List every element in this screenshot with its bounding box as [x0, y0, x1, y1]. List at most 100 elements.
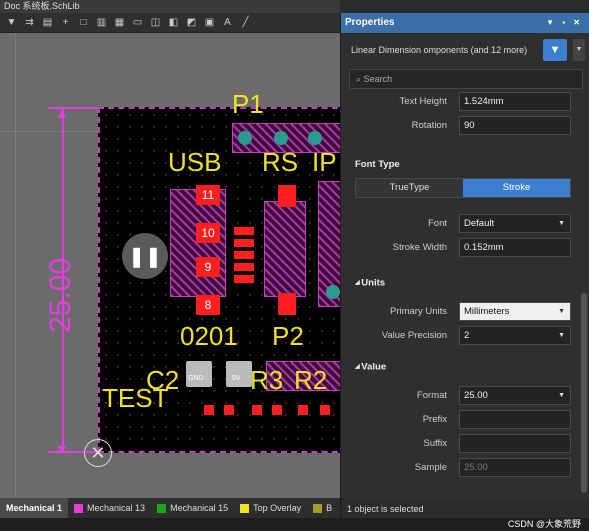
plus-icon[interactable]: + [58, 15, 73, 30]
chip-icon[interactable]: ◫ [148, 15, 163, 30]
stroke-width-input[interactable]: 0.152mm [459, 238, 571, 257]
layer-color-swatch [157, 503, 167, 513]
smd-pad[interactable] [204, 405, 214, 415]
layer-tab-b[interactable]: B [307, 498, 338, 518]
text-height-row: Text Height 1.524mm [341, 90, 581, 114]
primary-units-row: Primary Units Millimeters [341, 300, 581, 324]
format-select[interactable]: 25.00 [459, 386, 571, 405]
usb-pin-pad[interactable] [234, 263, 254, 271]
format-row: Format 25.00 [341, 384, 581, 408]
usb-pin-pad[interactable] [234, 251, 254, 259]
chart-icon[interactable]: ▥ [94, 15, 109, 30]
stroke-width-row: Stroke Width 0.152mm [341, 236, 581, 260]
usb-label: USB [168, 147, 222, 177]
layer-tab-mechanical-15[interactable]: Mechanical 15 [151, 498, 234, 518]
layer-tab-label: Top Overlay [253, 503, 302, 513]
rs-keepout [264, 201, 306, 297]
layer-tab-label: Mechanical 1 [6, 503, 63, 513]
selection-status: 1 object is selected [341, 500, 589, 518]
font-type-section-header: Font Type [355, 159, 400, 170]
p1-pad[interactable] [308, 131, 322, 145]
layer-color-swatch [240, 503, 250, 513]
dimension-arrow-down-icon: ▼ [55, 441, 69, 457]
rs-pad[interactable] [278, 293, 296, 315]
ip-pad[interactable] [326, 285, 340, 299]
properties-panel: Properties ▼ ▪ ✕ Linear Dimension ompone… [340, 13, 589, 518]
value-precision-select[interactable]: 2 [459, 326, 571, 345]
p1-pad[interactable] [238, 131, 252, 145]
usb-pad-8[interactable]: 8 [196, 295, 220, 315]
text-icon[interactable]: A [220, 15, 235, 30]
smd-pad[interactable] [252, 405, 262, 415]
filter-icon[interactable]: ▼ [4, 15, 19, 30]
route-icon[interactable]: ⇉ [22, 15, 37, 30]
usb-pad-11[interactable]: 11 [196, 185, 220, 205]
usb-pin-pad[interactable] [234, 227, 254, 235]
watermark: CSDN @大象荒野 [0, 518, 589, 531]
layer-color-swatch [313, 503, 323, 513]
pcb-canvas[interactable]: ▲ ▼ 25.00 P1 USB RS IP 11 10 9 8 0201 P2… [0, 33, 340, 498]
text-height-input[interactable]: 1.524mm [459, 92, 571, 111]
p1-label: P1 [232, 89, 264, 119]
selection-filter-text: Linear Dimension omponents (and 12 more) [351, 45, 528, 55]
layer-tab-mechanical-1[interactable]: Mechanical 1 [0, 498, 69, 518]
pause-button[interactable]: ❚❚ [122, 233, 168, 279]
layer-tab-label: B [326, 503, 333, 513]
component-icon[interactable]: ◧ [166, 15, 181, 30]
font-row: Font Default [341, 212, 581, 236]
align-icon[interactable]: ▭ [130, 15, 145, 30]
smd-pad[interactable] [298, 405, 308, 415]
square-icon[interactable]: □ [76, 15, 91, 30]
ip-label: IP [312, 147, 337, 177]
prefix-input[interactable] [459, 410, 571, 429]
usb-pin-pad[interactable] [234, 275, 254, 283]
format-label: Format [416, 390, 447, 401]
sample-label: Sample [414, 462, 447, 473]
image-icon[interactable]: ▣ [202, 15, 217, 30]
region-icon[interactable]: ◩ [184, 15, 199, 30]
gnd-pad[interactable] [186, 361, 212, 387]
dimension-text: 25.00 [44, 257, 77, 333]
usb-pad-10[interactable]: 10 [196, 223, 220, 243]
stroke-option[interactable]: Stroke [463, 179, 570, 197]
usb-pad-9[interactable]: 9 [196, 257, 220, 277]
rs-pad[interactable] [278, 185, 296, 207]
filter-dropdown-button[interactable]: ▼ [573, 39, 585, 61]
line-icon[interactable]: ╱ [238, 15, 253, 30]
filter-button[interactable]: ▼ [543, 39, 567, 61]
panel-scrollbar[interactable] [581, 293, 587, 493]
smd-pad[interactable] [224, 405, 234, 415]
layer-color-swatch [74, 503, 84, 513]
layer-tab-mechanical-13[interactable]: Mechanical 13 [68, 498, 151, 518]
5v-pad[interactable] [226, 361, 252, 387]
prefix-row: Prefix [341, 408, 581, 432]
usb-pin-pad[interactable] [234, 239, 254, 247]
suffix-input[interactable] [459, 434, 571, 453]
search-input[interactable]: ⌕ Search [349, 69, 583, 89]
document-tab[interactable]: Doc 系统板.SchLib [0, 0, 340, 13]
truetype-option[interactable]: TrueType [356, 179, 463, 197]
filter-row: Linear Dimension omponents (and 12 more)… [341, 33, 589, 67]
p2-label: P2 [272, 321, 304, 351]
primary-units-select[interactable]: Millimeters [459, 302, 571, 321]
rotation-input[interactable]: 90 [459, 116, 571, 135]
value-precision-row: Value Precision 2 [341, 324, 581, 348]
layer-tab-top-overlay[interactable]: Top Overlay [234, 498, 307, 518]
grid-line [15, 33, 16, 498]
component-code-label: 0201 [180, 321, 238, 351]
usb-keepout [170, 189, 226, 297]
units-section-header[interactable]: Units [341, 272, 581, 294]
smd-pad[interactable] [320, 405, 330, 415]
search-icon: ⌕ [356, 74, 362, 84]
layers-icon[interactable]: ▤ [40, 15, 55, 30]
p1-pad[interactable] [274, 131, 288, 145]
grid-icon[interactable]: ▦ [112, 15, 127, 30]
smd-pad[interactable] [272, 405, 282, 415]
primary-units-label: Primary Units [389, 306, 447, 317]
panel-controls[interactable]: ▼ ▪ ✕ [546, 13, 589, 33]
layer-tabs: Mechanical 1 Mechanical 13 Mechanical 15… [0, 498, 340, 518]
font-select[interactable]: Default [459, 214, 571, 233]
value-section-header[interactable]: Value [341, 356, 581, 378]
